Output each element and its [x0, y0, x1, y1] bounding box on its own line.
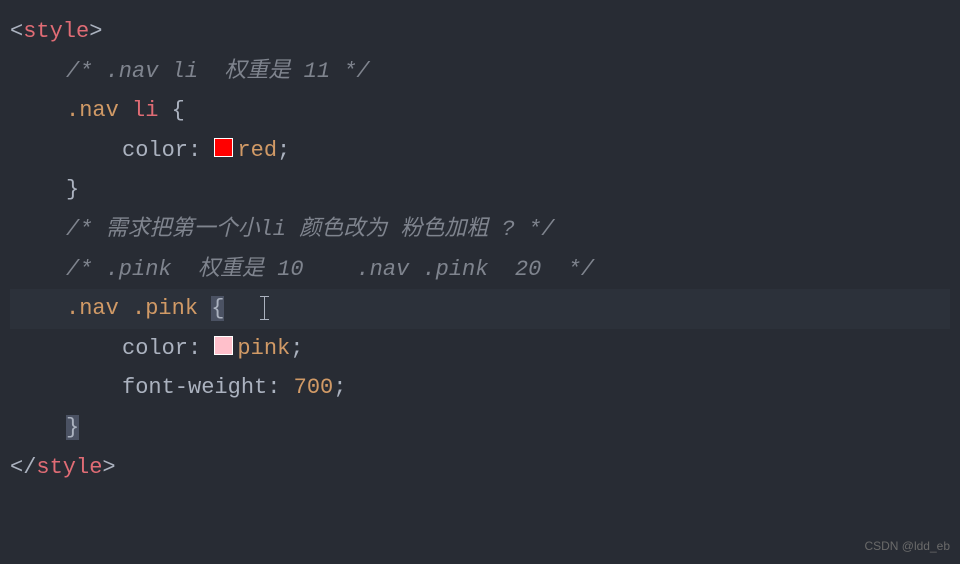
brace-close: }: [66, 177, 79, 202]
code-editor[interactable]: <style> /* .nav li 权重是 11 */ .nav li { c…: [0, 0, 960, 499]
code-line: }: [10, 170, 950, 210]
code-line: /* .nav li 权重是 11 */: [10, 52, 950, 92]
watermark: CSDN @ldd_eb: [864, 536, 950, 558]
comment: /* 需求把第一个小li 颜色改为 粉色加粗 ? */: [66, 217, 554, 242]
code-line: <style>: [10, 12, 950, 52]
code-line: .nav li {: [10, 91, 950, 131]
tag-open-bracket: <: [10, 19, 23, 44]
value-700: 700: [294, 375, 334, 400]
colon: :: [188, 336, 214, 361]
tag-style: style: [36, 455, 102, 480]
tag-close-bracket: >: [89, 19, 102, 44]
tag-open-slash-bracket: </: [10, 455, 36, 480]
semicolon: ;: [277, 138, 290, 163]
colon: :: [188, 138, 214, 163]
value-red: red: [237, 138, 277, 163]
semicolon: ;: [290, 336, 303, 361]
brace-open: {: [172, 98, 185, 123]
tag-style: style: [23, 19, 89, 44]
color-swatch-icon: [214, 336, 233, 355]
semicolon: ;: [333, 375, 346, 400]
code-line-active: .nav .pink {: [10, 289, 950, 329]
code-line: /* .pink 权重是 10 .nav .pink 20 */: [10, 250, 950, 290]
property-color: color: [122, 138, 188, 163]
code-line: font-weight: 700;: [10, 368, 950, 408]
code-line: /* 需求把第一个小li 颜色改为 粉色加粗 ? */: [10, 210, 950, 250]
comment: /* .pink 权重是 10 .nav .pink 20 */: [66, 257, 594, 282]
brace-close: }: [66, 415, 79, 440]
tag-close-bracket: >: [102, 455, 115, 480]
selector-class: .nav: [66, 98, 119, 123]
value-pink: pink: [237, 336, 290, 361]
code-line: color: pink;: [10, 329, 950, 369]
selector-class: .nav: [66, 296, 119, 321]
code-line: }: [10, 408, 950, 448]
text-cursor-icon: [264, 296, 265, 320]
property-fontweight: font-weight: [122, 375, 267, 400]
color-swatch-icon: [214, 138, 233, 157]
comment: /* .nav li 权重是 11 */: [66, 59, 370, 84]
property-color: color: [122, 336, 188, 361]
colon: :: [267, 375, 293, 400]
code-line: </style>: [10, 448, 950, 488]
code-line: color: red;: [10, 131, 950, 171]
selector-element: li: [132, 98, 158, 123]
brace-open: {: [211, 296, 224, 321]
selector-class: .pink: [132, 296, 198, 321]
